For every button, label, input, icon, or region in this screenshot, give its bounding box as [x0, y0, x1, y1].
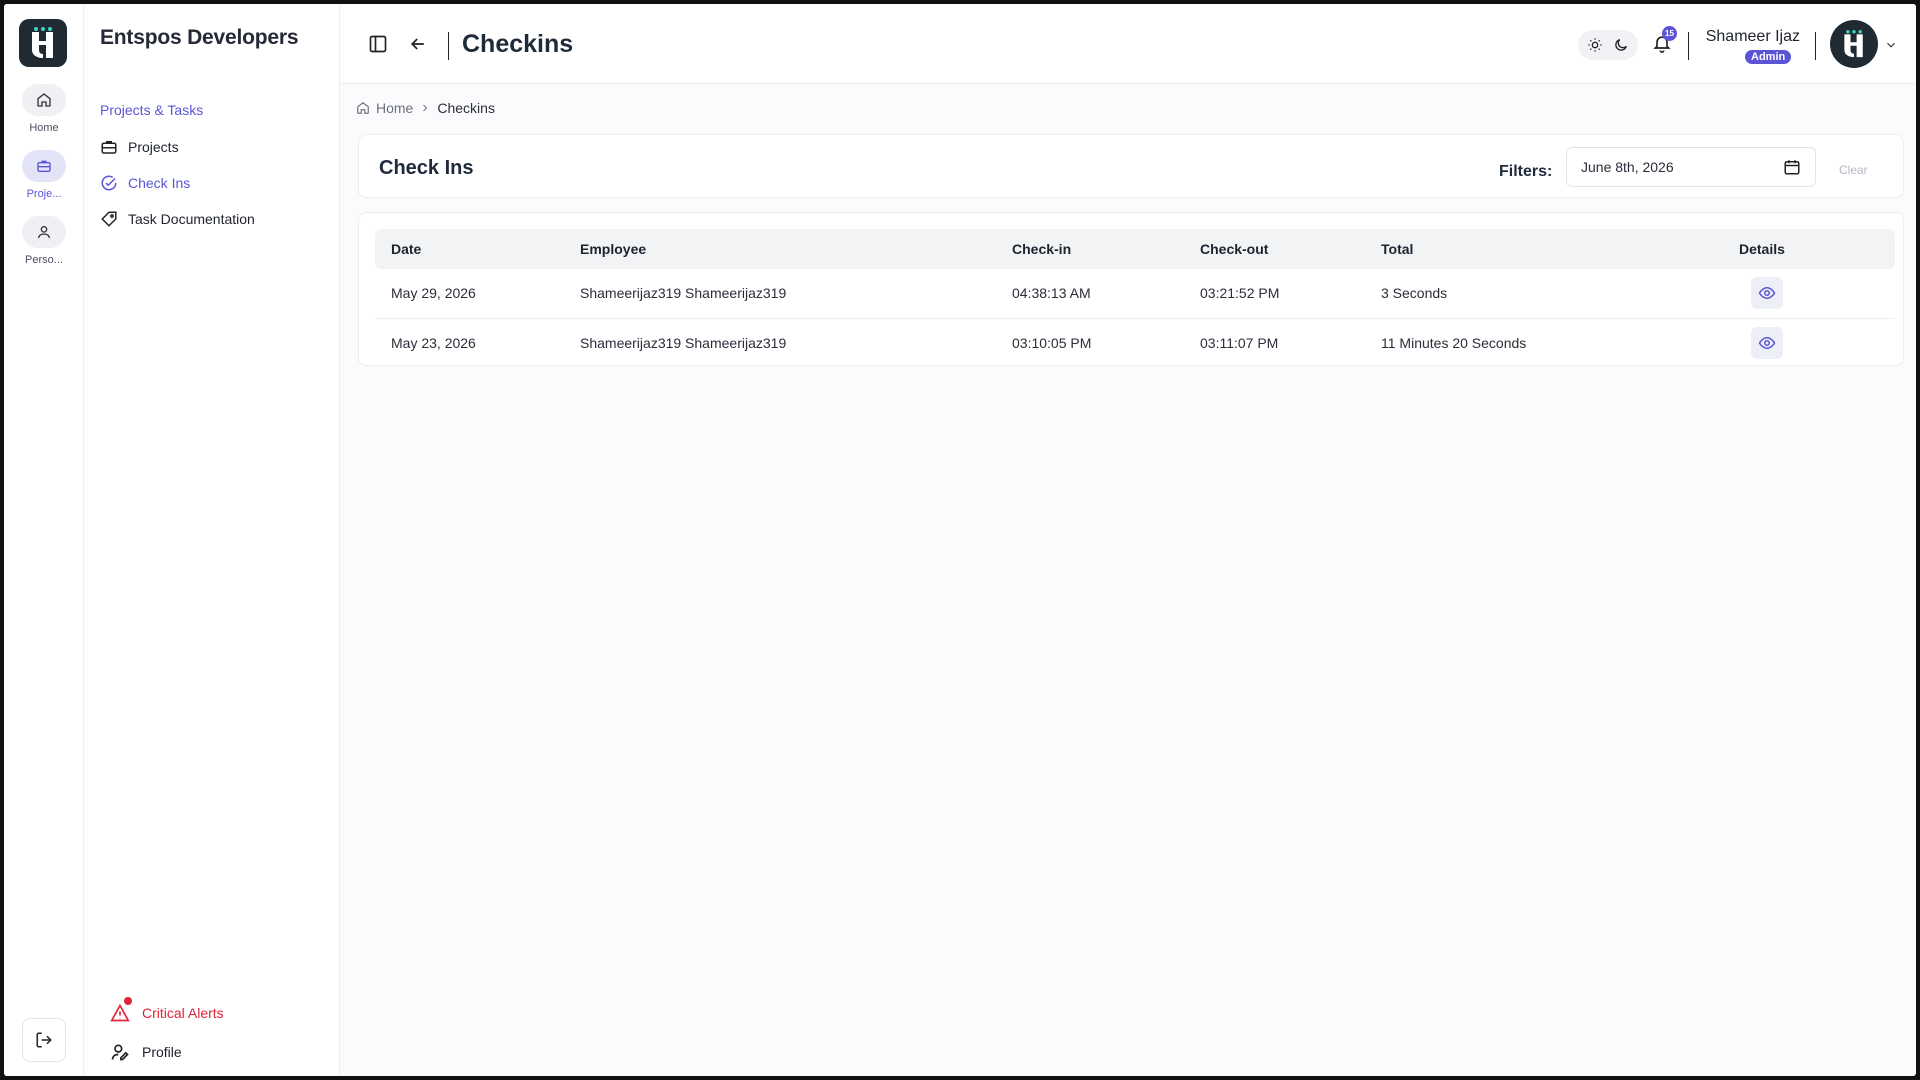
sidebar-section-title: Projects & Tasks [100, 102, 204, 118]
notification-count-badge: 15 [1662, 26, 1677, 41]
icon-rail: Home Proje... Perso... [4, 4, 84, 1076]
calendar-icon [1784, 160, 1800, 175]
logo-icon [32, 27, 53, 58]
cell-date: May 29, 2026 [375, 269, 580, 319]
user-menu-toggle[interactable] [1884, 38, 1898, 57]
sun-icon[interactable] [1587, 37, 1603, 53]
check-ins-title: Check Ins [379, 157, 474, 179]
logout-button[interactable] [22, 1018, 66, 1062]
date-filter-value: June 8th, 2026 [1581, 159, 1674, 175]
column-header-check-in: Check-in [1012, 241, 1072, 257]
notifications-button[interactable]: 15 [1652, 26, 1677, 59]
column-header-details: Details [1739, 241, 1785, 257]
clear-filter-button[interactable]: Clear [1839, 163, 1868, 177]
arrow-left-icon [410, 38, 424, 50]
critical-alerts-label: Critical Alerts [142, 1005, 224, 1021]
cell-details [1739, 318, 1895, 367]
home-icon [37, 93, 51, 107]
avatar[interactable] [1830, 20, 1878, 68]
cell-total: 3 Seconds [1381, 269, 1739, 319]
sidebar: Entspos Developers Projects & Tasks Proj… [84, 4, 340, 1076]
rail-label-home: Home [29, 122, 59, 134]
header-divider [1688, 32, 1689, 60]
eye-icon [1758, 287, 1776, 300]
column-header-date: Date [391, 241, 422, 257]
avatar-logo-icon [1844, 30, 1863, 58]
cell-details [1739, 269, 1895, 319]
alert-icon-wrap [110, 997, 132, 1023]
rail-home-button[interactable] [22, 84, 66, 116]
column-header-employee: Employee [580, 241, 647, 257]
cell-check-in: 04:38:13 AM [1012, 269, 1200, 319]
rail-item-personal[interactable]: Perso... [4, 216, 84, 266]
briefcase-icon [101, 141, 117, 154]
column-header-check-out: Check-out [1200, 241, 1269, 257]
theme-toggle[interactable] [1578, 30, 1638, 60]
warning-icon [110, 1003, 130, 1022]
cell-date: May 23, 2026 [391, 334, 476, 351]
user-name: Shameer Ijaz [1705, 28, 1800, 45]
sidebar-item-label: Projects [128, 139, 179, 155]
alert-dot [124, 997, 132, 1005]
breadcrumb-home-link[interactable]: Home [376, 100, 413, 116]
column-header-total: Total [1381, 241, 1414, 257]
app-logo[interactable] [19, 19, 67, 67]
page-title: Checkins [462, 30, 574, 58]
top-header: Checkins 15 Shameer Ijaz Admin [340, 4, 1916, 84]
cell-check-in: 03:10:05 PM [1012, 334, 1092, 351]
header-divider [448, 32, 449, 60]
rail-label-projects: Proje... [26, 188, 62, 200]
cell-employee: Shameerijaz319 Shameerijaz319 [580, 334, 787, 351]
view-details-button[interactable] [1751, 326, 1783, 359]
view-details-button[interactable] [1751, 277, 1783, 310]
chevron-right-icon [423, 104, 428, 112]
check-ins-table: Date Employee Check-in Check-out Total D… [375, 229, 1895, 367]
sidebar-item-projects[interactable]: Projects [100, 138, 179, 156]
table-header-row: Date Employee Check-in Check-out Total D… [375, 229, 1895, 269]
briefcase-icon [37, 160, 51, 172]
table-row: May 23, 2026 Shameerijaz319 Shameerijaz3… [375, 318, 1895, 367]
user-role-badge: Admin [1745, 50, 1792, 64]
header-divider [1815, 32, 1816, 60]
profile-label: Profile [142, 1044, 182, 1060]
date-filter-picker[interactable]: June 8th, 2026 [1566, 147, 1816, 187]
cell-total: 11 Minutes 20 Seconds [1381, 334, 1527, 351]
sidebar-item-label: Task Documentation [128, 211, 255, 227]
sidebar-item-label: Check Ins [128, 175, 191, 191]
rail-personal-button[interactable] [22, 216, 66, 248]
user-edit-icon [111, 1044, 129, 1061]
check-circle-icon [101, 175, 117, 191]
back-button[interactable] [402, 28, 434, 60]
rail-label-personal: Perso... [25, 254, 63, 266]
critical-alerts-link[interactable]: Critical Alerts [110, 997, 224, 1023]
toggle-sidebar-button[interactable] [362, 28, 394, 60]
breadcrumb: Home Checkins [356, 100, 495, 116]
organization-name: Entspos Developers [100, 26, 299, 49]
tag-icon [101, 211, 117, 227]
cell-employee: Shameerijaz319 Shameerijaz319 [580, 269, 1012, 319]
rail-projects-button[interactable] [22, 150, 66, 182]
table-row: May 29, 2026 Shameerijaz319 Shameerijaz3… [375, 269, 1895, 319]
app-window: Home Proje... Perso... Entspos Developer… [4, 4, 1916, 1076]
chevron-down-icon [1887, 42, 1895, 48]
rail-item-home[interactable]: Home [4, 84, 84, 134]
cell-check-out: 03:11:07 PM [1200, 334, 1279, 351]
logout-icon [36, 1032, 52, 1048]
filters-label: Filters: [1499, 163, 1553, 180]
profile-link[interactable]: Profile [110, 1042, 182, 1062]
person-icon [38, 226, 50, 239]
sidebar-toggle-icon [369, 35, 387, 53]
check-ins-header-card: Check Ins Filters: June 8th, 2026 Clear [358, 134, 1904, 198]
moon-icon[interactable] [1613, 37, 1629, 53]
sidebar-item-check-ins[interactable]: Check Ins [100, 174, 190, 192]
check-ins-table-card: Date Employee Check-in Check-out Total D… [358, 212, 1904, 366]
eye-icon [1758, 336, 1776, 349]
cell-check-out: 03:21:52 PM [1200, 269, 1381, 319]
sidebar-item-task-documentation[interactable]: Task Documentation [100, 210, 255, 228]
rail-item-projects[interactable]: Proje... [4, 150, 84, 200]
breadcrumb-current: Checkins [437, 100, 495, 116]
home-icon [357, 102, 369, 114]
